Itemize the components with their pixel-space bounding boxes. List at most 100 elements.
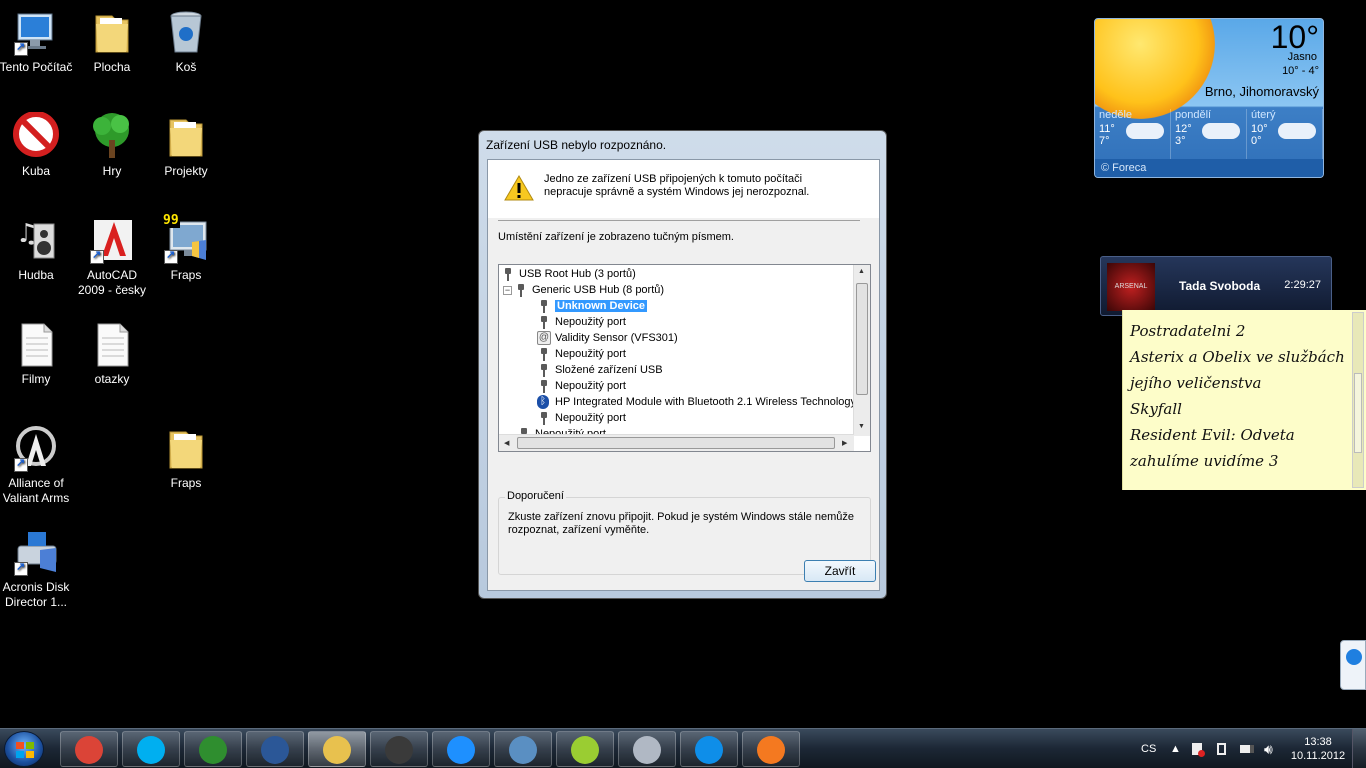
steam-icon xyxy=(385,736,413,764)
taskbar-button-skype[interactable] xyxy=(122,731,180,767)
shortcut-arrow-icon xyxy=(14,40,28,56)
action-center-icon[interactable] xyxy=(1192,729,1205,768)
weather-forecast: neděle 11° 7° pondělí 12° 3° úterý 10° 0… xyxy=(1095,109,1323,159)
recommendation-title: Doporučení xyxy=(505,490,566,502)
language-indicator[interactable]: CS xyxy=(1141,729,1156,768)
taskbar-button-chrome[interactable] xyxy=(60,731,118,767)
scroll-up-icon[interactable]: ▲ xyxy=(858,268,865,275)
tree-horizontal-scrollbar[interactable]: ◀ ▶ xyxy=(499,434,854,451)
bs-player-icon xyxy=(509,736,537,764)
tree-item[interactable]: USB Root Hub (3 portů) xyxy=(503,266,636,282)
desktop-icon-kuba[interactable]: Kuba xyxy=(0,111,74,179)
taskbar-button-sticky-notes[interactable] xyxy=(556,731,614,767)
desktop-icon-filmy[interactable]: Filmy xyxy=(0,320,74,387)
sticky-scrollbar[interactable] xyxy=(1352,312,1364,488)
tree-item[interactable]: Nepoužitý port xyxy=(539,378,626,394)
folder-icon xyxy=(88,8,136,56)
taskbar-button-explorer[interactable] xyxy=(308,731,366,767)
desktop-icon-tento-pocitac[interactable]: Tento Počítač xyxy=(0,8,74,75)
shortcut-arrow-icon xyxy=(164,248,178,264)
tree-item[interactable]: − Generic USB Hub (8 portů) xyxy=(503,282,664,298)
notification-sender: Tada Svoboda xyxy=(1179,279,1261,293)
tree-item[interactable]: Nepoužitý port xyxy=(539,346,626,362)
weather-gadget[interactable]: 10° Jasno 10° - 4° Brno, Jihomoravský ne… xyxy=(1094,18,1324,178)
desktop-icon-ava[interactable]: Alliance of Valiant Arms xyxy=(0,424,74,506)
cloud-icon xyxy=(1278,123,1316,139)
taskbar-button-steam[interactable] xyxy=(370,731,428,767)
desktop-icon-hry[interactable]: Hry xyxy=(74,112,150,179)
forecast-day: úterý 10° 0° xyxy=(1247,109,1323,159)
sticky-line: zahulíme uvidíme 3 xyxy=(1130,452,1279,470)
scrollbar-thumb[interactable] xyxy=(856,283,868,395)
clock-time: 13:38 xyxy=(1304,736,1332,748)
tree-icon xyxy=(88,112,136,160)
weather-source[interactable]: © Foreca xyxy=(1095,159,1323,177)
taskbar-button-avast[interactable] xyxy=(742,731,800,767)
sticky-note[interactable]: Postradatelni 2 Asterix a Obelix ve služ… xyxy=(1122,310,1366,490)
tree-item[interactable]: Nepoužitý port xyxy=(539,314,626,330)
ie-icon xyxy=(447,736,475,764)
taskbar-button-teamviewer[interactable] xyxy=(680,731,738,767)
scrollbar-thumb[interactable] xyxy=(517,437,835,449)
desktop-icon-plocha[interactable]: Plocha xyxy=(74,8,150,75)
desktop-icon-acronis[interactable]: Acronis Disk Director 1... xyxy=(0,528,74,610)
clock-date: 10.11.2012 xyxy=(1290,750,1346,762)
taskbar-button-word[interactable] xyxy=(246,731,304,767)
usb-plug-icon xyxy=(503,267,513,282)
desktop-icon-otazky[interactable]: otazky xyxy=(74,320,150,387)
sun-icon xyxy=(1095,19,1215,119)
battery-icon[interactable] xyxy=(1240,729,1254,768)
tray-expand-icon[interactable]: ▲ xyxy=(1170,729,1181,768)
usb-device-tree[interactable]: USB Root Hub (3 portů) − Generic USB Hub … xyxy=(498,264,871,452)
document-icon xyxy=(88,320,136,368)
document-icon xyxy=(12,320,60,368)
desktop-icon-projekty[interactable]: Projekty xyxy=(148,112,224,179)
desktop-icon-kos[interactable]: Koš xyxy=(148,8,224,75)
scroll-down-icon[interactable]: ▼ xyxy=(858,423,865,430)
close-button[interactable]: Zavřít xyxy=(804,560,876,582)
scroll-right-icon[interactable]: ▶ xyxy=(842,439,847,447)
forecast-day: neděle 11° 7° xyxy=(1095,109,1171,159)
chat-notification[interactable]: ARSENAL Tada Svoboda 2:29:27 xyxy=(1100,256,1332,316)
avast-icon xyxy=(757,736,785,764)
start-button[interactable] xyxy=(4,731,44,767)
chrome-icon xyxy=(75,736,103,764)
warning-icon xyxy=(504,175,534,201)
usb-plug-icon xyxy=(539,347,549,362)
tree-item[interactable]: Nepoužitý port xyxy=(539,410,626,426)
music-icon: ♫ xyxy=(12,216,60,264)
usb-error-dialog: Zařízení USB nebylo rozpoznáno. Jedno ze… xyxy=(478,130,887,599)
show-desktop-button[interactable] xyxy=(1352,729,1366,768)
tree-item[interactable]: Složené zařízení USB xyxy=(539,362,663,378)
taskbar-button-acronis[interactable] xyxy=(618,731,676,767)
volume-icon[interactable]: 🔊︎ xyxy=(1264,729,1273,768)
scrollbar-thumb[interactable] xyxy=(1354,373,1362,453)
desktop-icon-autocad[interactable]: AutoCAD 2009 - česky xyxy=(74,216,150,298)
explorer-icon xyxy=(323,736,351,764)
taskbar-button-bs-player[interactable] xyxy=(494,731,552,767)
desktop-icon-fraps[interactable]: 99 Fraps xyxy=(148,213,224,283)
desktop-icon-hudba[interactable]: ♫ Hudba xyxy=(0,216,74,283)
device-icon[interactable] xyxy=(1217,729,1226,768)
collapse-toggle[interactable]: − xyxy=(503,285,512,295)
desktop-icon-fraps-folder[interactable]: Fraps xyxy=(148,424,224,491)
scroll-left-icon[interactable]: ◀ xyxy=(504,439,509,447)
usb-plug-icon xyxy=(539,315,549,330)
tree-item-selected[interactable]: Unknown Device xyxy=(539,298,648,314)
ava-icon xyxy=(12,424,60,472)
taskbar-button-ie[interactable] xyxy=(432,731,490,767)
folder-icon xyxy=(162,424,210,472)
teamviewer-side-tab[interactable] xyxy=(1340,640,1366,690)
weather-range: 10° - 4° xyxy=(1282,65,1319,77)
tree-vertical-scrollbar[interactable]: ▲ ▼ xyxy=(853,265,870,436)
forecast-day: pondělí 12° 3° xyxy=(1171,109,1247,159)
fraps-icon: 99 xyxy=(162,213,210,264)
weather-city: Brno, Jihomoravský xyxy=(1204,84,1319,99)
tree-item[interactable]: ᛒ HP Integrated Module with Bluetooth 2.1… xyxy=(537,394,856,410)
taskbar-button-utorrent[interactable] xyxy=(184,731,242,767)
dialog-message-area: Jedno ze zařízení USB připojených k tomu… xyxy=(488,160,879,218)
usb-plug-icon xyxy=(539,379,549,394)
fraps-counter: 99 xyxy=(162,213,180,228)
taskbar-clock[interactable]: 13:38 10.11.2012 xyxy=(1288,735,1348,763)
tree-item[interactable]: @ Validity Sensor (VFS301) xyxy=(537,330,678,346)
